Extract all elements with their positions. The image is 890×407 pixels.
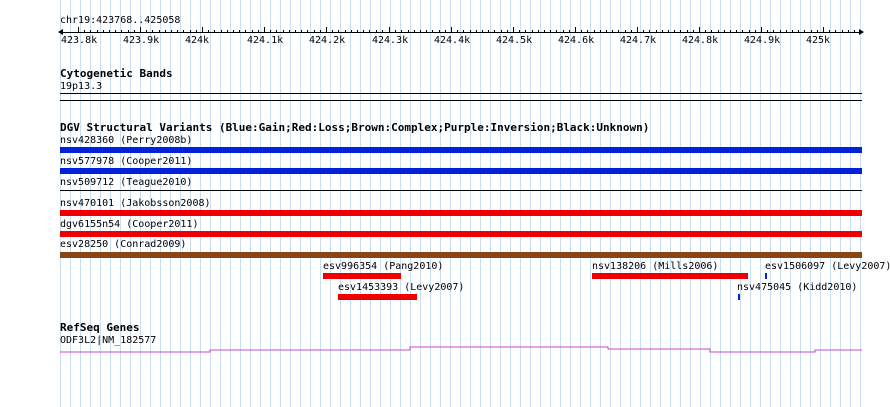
genome-browser-view: chr19:423768..425058 423.8k 423.9k 424k 424… [0,0,890,407]
refseq-gene-model[interactable] [0,0,890,407]
